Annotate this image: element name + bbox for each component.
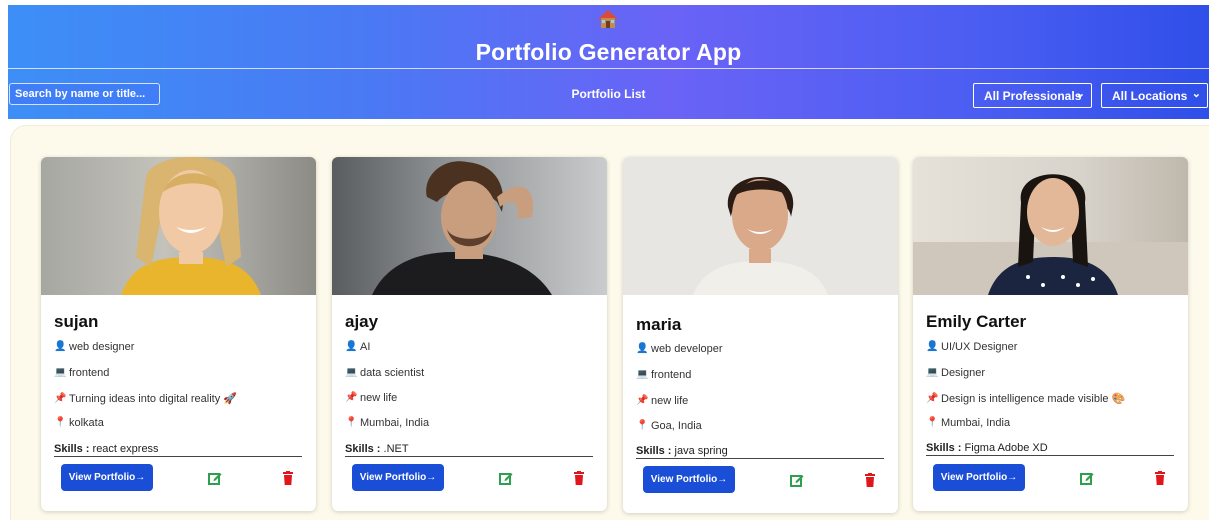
laptop-icon: 💻 bbox=[345, 367, 358, 378]
view-portfolio-button[interactable]: View Portfolio→ bbox=[61, 464, 153, 491]
card-tagline-row: 📌 new life bbox=[345, 392, 397, 404]
location-pin-icon: 📍 bbox=[54, 417, 67, 428]
card-name: sujan bbox=[54, 312, 99, 331]
portfolio-card: ajay 👤 AI 💻 data scientist 📌 new life 📍 Mumb… bbox=[332, 157, 607, 511]
card-title: AI bbox=[360, 341, 371, 353]
card-category: frontend bbox=[651, 369, 692, 381]
portfolio-card: sujan 👤 web designer 💻 frontend 📌 Turning i… bbox=[41, 157, 316, 511]
card-location: Mumbai, India bbox=[941, 417, 1011, 429]
laptop-icon: 💻 bbox=[54, 367, 67, 378]
skills-value: Figma Adobe XD bbox=[964, 442, 1048, 454]
card-title-row: 👤 UI/UX Designer bbox=[926, 341, 1017, 353]
professional-filter-select[interactable]: All Professionals ⌄ bbox=[973, 83, 1092, 108]
card-title-row: 👤 AI bbox=[345, 341, 370, 353]
card-name: Emily Carter bbox=[926, 312, 1027, 331]
profile-photo bbox=[623, 157, 898, 295]
trash-icon[interactable] bbox=[282, 471, 294, 485]
skills-label: Skills : bbox=[54, 443, 90, 455]
view-portfolio-button[interactable]: View Portfolio→ bbox=[352, 464, 444, 491]
view-portfolio-button[interactable]: View Portfolio→ bbox=[643, 466, 735, 493]
card-category-row: 💻 frontend bbox=[54, 367, 109, 379]
location-pin-icon: 📍 bbox=[345, 417, 358, 428]
edit-icon[interactable] bbox=[499, 471, 513, 485]
header-divider bbox=[8, 68, 1209, 69]
location-filter-select[interactable]: All Locations ⌄ bbox=[1101, 83, 1208, 108]
profile-photo bbox=[41, 157, 316, 295]
card-skills: Skills : .NET bbox=[345, 443, 593, 457]
view-portfolio-button[interactable]: View Portfolio→ bbox=[933, 464, 1025, 491]
pin-icon: 📌 bbox=[345, 392, 358, 403]
pin-icon: 📌 bbox=[926, 392, 939, 404]
pin-icon: 📌 bbox=[636, 395, 649, 406]
location-pin-icon: 📍 bbox=[636, 420, 649, 431]
portfolio-card: Emily Carter 👤 UI/UX Designer 💻 Designer 📌… bbox=[913, 157, 1188, 511]
card-tagline-row: 📌 new life bbox=[636, 395, 688, 407]
card-title: UI/UX Designer bbox=[941, 341, 1018, 353]
profile-photo bbox=[332, 157, 607, 295]
laptop-icon: 💻 bbox=[926, 367, 939, 378]
chevron-down-icon: ⌄ bbox=[1075, 88, 1085, 100]
card-tagline-row: 📌 Design is intelligence made visible 🎨 bbox=[926, 392, 1126, 406]
professional-filter-value: All Professionals bbox=[984, 89, 1082, 103]
card-title-row: 👤 web designer bbox=[54, 341, 134, 353]
person-icon: 👤 bbox=[926, 341, 939, 352]
chevron-down-icon: ⌄ bbox=[1191, 88, 1201, 100]
laptop-icon: 💻 bbox=[636, 369, 649, 380]
portfolio-card: maria 👤 web developer 💻 frontend 📌 new life… bbox=[623, 157, 898, 513]
location-filter-value: All Locations bbox=[1112, 89, 1188, 103]
card-name: ajay bbox=[345, 312, 379, 331]
card-tagline-row: 📌 Turning ideas into digital reality 🚀 bbox=[54, 392, 237, 406]
card-location: kolkata bbox=[69, 417, 104, 429]
card-category-row: 💻 data scientist bbox=[345, 367, 424, 379]
card-category-row: 💻 Designer bbox=[926, 367, 985, 379]
skills-value: .NET bbox=[383, 443, 409, 455]
card-location: Goa, India bbox=[651, 420, 702, 432]
card-title-row: 👤 web developer bbox=[636, 343, 723, 355]
edit-icon[interactable] bbox=[1080, 471, 1094, 485]
edit-icon[interactable] bbox=[208, 471, 222, 485]
skills-label: Skills : bbox=[926, 442, 962, 454]
card-skills: Skills : Figma Adobe XD bbox=[926, 442, 1174, 456]
card-skills: Skills : java spring bbox=[636, 445, 884, 459]
card-category: Designer bbox=[941, 367, 986, 379]
profile-photo bbox=[913, 157, 1188, 295]
trash-icon[interactable] bbox=[573, 471, 585, 485]
skills-label: Skills : bbox=[636, 445, 672, 457]
card-title: web developer bbox=[651, 343, 723, 355]
card-tagline: new life bbox=[651, 395, 689, 407]
skills-label: Skills : bbox=[345, 443, 381, 455]
skills-value: react express bbox=[92, 443, 159, 455]
trash-icon[interactable] bbox=[864, 473, 876, 487]
card-category: data scientist bbox=[360, 367, 425, 379]
app-title: Portfolio Generator App bbox=[475, 39, 742, 65]
card-tagline: Design is intelligence made visible 🎨 bbox=[941, 393, 1126, 405]
edit-icon[interactable] bbox=[790, 473, 804, 487]
card-location-row: 📍 Goa, India bbox=[636, 420, 702, 432]
house-icon bbox=[598, 10, 618, 28]
card-location-row: 📍 Mumbai, India bbox=[926, 417, 1010, 429]
card-tagline: new life bbox=[360, 392, 398, 404]
card-name: maria bbox=[636, 315, 682, 334]
app-header: Portfolio Generator App Portfolio List A… bbox=[8, 5, 1209, 119]
pin-icon: 📌 bbox=[54, 392, 67, 404]
person-icon: 👤 bbox=[636, 343, 649, 354]
card-category-row: 💻 frontend bbox=[636, 369, 691, 381]
person-icon: 👤 bbox=[54, 341, 67, 352]
location-pin-icon: 📍 bbox=[926, 417, 939, 428]
card-tagline: Turning ideas into digital reality 🚀 bbox=[69, 393, 237, 405]
card-location-row: 📍 kolkata bbox=[54, 417, 104, 429]
trash-icon[interactable] bbox=[1154, 471, 1166, 485]
card-category: frontend bbox=[69, 367, 110, 379]
person-icon: 👤 bbox=[345, 341, 358, 352]
skills-value: java spring bbox=[674, 445, 728, 457]
card-location: Mumbai, India bbox=[360, 417, 430, 429]
card-location-row: 📍 Mumbai, India bbox=[345, 417, 429, 429]
card-title: web designer bbox=[69, 341, 135, 353]
card-skills: Skills : react express bbox=[54, 443, 302, 457]
